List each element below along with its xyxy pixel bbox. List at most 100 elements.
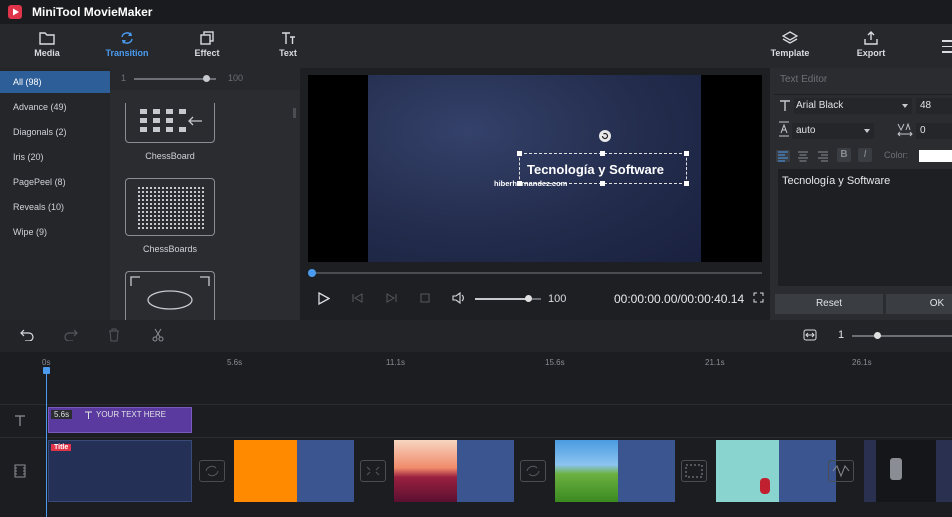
transition-slot[interactable] bbox=[681, 460, 707, 482]
reset-button[interactable]: Reset bbox=[775, 294, 883, 314]
previous-frame-icon[interactable] bbox=[352, 293, 363, 303]
category-count: (49) bbox=[50, 102, 67, 112]
category-wipe[interactable]: Wipe (9) bbox=[0, 221, 110, 243]
volume-slider[interactable] bbox=[475, 295, 541, 302]
zoom-handle[interactable] bbox=[874, 332, 881, 339]
font-select-value: Arial Black bbox=[796, 100, 844, 111]
line-spacing-select[interactable]: auto bbox=[792, 123, 874, 139]
sunset-clip[interactable] bbox=[394, 440, 514, 502]
stop-icon[interactable] bbox=[420, 293, 430, 303]
field-clip[interactable] bbox=[555, 440, 675, 502]
italic-button[interactable]: I bbox=[858, 148, 872, 162]
menu-icon[interactable] bbox=[942, 38, 952, 54]
category-label: Advance bbox=[13, 102, 49, 112]
bold-button[interactable]: B bbox=[837, 148, 851, 162]
transition-tab[interactable]: Transition bbox=[92, 24, 162, 68]
text-clip[interactable]: 5.6s YOUR TEXT HERE bbox=[48, 407, 192, 433]
font-select[interactable]: Arial Black bbox=[794, 98, 912, 114]
chessboards-icon bbox=[136, 185, 204, 229]
next-frame-icon[interactable] bbox=[386, 293, 397, 303]
size-slider-handle[interactable] bbox=[203, 75, 211, 82]
video-preview[interactable]: Tecnología y Software hiberhernandez.com bbox=[308, 75, 762, 262]
media-tab[interactable]: Media bbox=[12, 24, 82, 68]
font-size-value: 48 bbox=[920, 100, 932, 111]
font-size-field[interactable]: 48 bbox=[916, 98, 952, 114]
align-center-icon[interactable] bbox=[796, 150, 810, 162]
volume-handle[interactable] bbox=[524, 295, 532, 302]
category-label: All bbox=[13, 77, 24, 87]
ok-button[interactable]: OK bbox=[886, 294, 952, 314]
chessboard-thumbnail[interactable] bbox=[125, 103, 215, 143]
category-iris[interactable]: Iris (20) bbox=[0, 146, 110, 168]
template-label: Template bbox=[770, 48, 810, 58]
align-left-icon bbox=[778, 151, 788, 162]
rotate-icon[interactable] bbox=[598, 129, 612, 143]
export-button[interactable]: Export bbox=[836, 24, 906, 68]
text-content-value: Tecnología y Software bbox=[782, 175, 891, 187]
text-content-area[interactable]: Tecnología y Software bbox=[778, 169, 952, 286]
transition-icon bbox=[121, 32, 133, 44]
transition-icon bbox=[205, 465, 219, 477]
scissors-icon[interactable] bbox=[152, 328, 164, 342]
category-label: PagePeel bbox=[13, 177, 53, 187]
size-slider[interactable] bbox=[134, 75, 216, 82]
category-label: Diagonals bbox=[13, 127, 54, 137]
color-label: Color: bbox=[884, 150, 909, 160]
volume-value: 100 bbox=[548, 293, 567, 305]
aqua-clip[interactable] bbox=[716, 440, 836, 502]
effect-label: Effect bbox=[194, 48, 220, 58]
text-tab[interactable]: Text bbox=[253, 24, 323, 68]
seek-handle[interactable] bbox=[308, 269, 316, 277]
category-count: (10) bbox=[48, 202, 65, 212]
preview-panel: Tecnología y Software hiberhernandez.com… bbox=[300, 68, 770, 320]
undo-icon[interactable] bbox=[20, 329, 34, 341]
zoom-slider[interactable] bbox=[852, 332, 952, 339]
title-clip[interactable]: Title bbox=[48, 440, 192, 502]
color-swatch[interactable] bbox=[919, 150, 952, 162]
category-advance[interactable]: Advance (49) bbox=[0, 96, 110, 118]
delete-icon[interactable] bbox=[108, 328, 120, 342]
chevron-down-icon bbox=[864, 129, 870, 133]
seek-bar[interactable] bbox=[308, 269, 762, 277]
zoom-value: 1 bbox=[838, 329, 845, 341]
category-count: (20) bbox=[27, 152, 44, 162]
export-icon bbox=[864, 31, 878, 45]
gallery-scrollbar[interactable] bbox=[293, 108, 296, 118]
text-clip-icon bbox=[85, 411, 92, 419]
text-clip-label: YOUR TEXT HERE bbox=[96, 410, 166, 419]
char-spacing-field[interactable]: 0 bbox=[916, 123, 952, 139]
ruler-tick-label: 21.1s bbox=[705, 358, 725, 367]
chessboards-thumbnail[interactable] bbox=[125, 178, 215, 236]
dark-clip[interactable] bbox=[864, 440, 952, 502]
slider-max-label: 100 bbox=[228, 73, 244, 83]
category-all[interactable]: All (98) bbox=[0, 71, 110, 93]
main-toolbar: Media Transition Effect Text Template Ex… bbox=[0, 24, 952, 68]
video-track-icon bbox=[14, 464, 26, 478]
category-label: Iris bbox=[13, 152, 25, 162]
template-button[interactable]: Template bbox=[755, 24, 825, 68]
category-reveals[interactable]: Reveals (10) bbox=[0, 196, 110, 218]
gallery-slider-bar: 1 100 bbox=[110, 68, 300, 90]
align-left-button[interactable] bbox=[776, 150, 790, 162]
transition-slot[interactable] bbox=[520, 460, 546, 482]
redo-icon[interactable] bbox=[64, 329, 78, 341]
volume-icon[interactable] bbox=[452, 292, 466, 304]
transition-slot[interactable] bbox=[828, 460, 854, 482]
fullscreen-icon[interactable] bbox=[753, 292, 764, 303]
playhead[interactable] bbox=[43, 367, 50, 517]
text-label: Text bbox=[279, 48, 297, 58]
fit-timeline-icon[interactable] bbox=[803, 329, 817, 341]
align-right-icon[interactable] bbox=[816, 150, 830, 162]
category-diagonals[interactable]: Diagonals (2) bbox=[0, 121, 110, 143]
effect-tab[interactable]: Effect bbox=[172, 24, 242, 68]
chevron-down-icon bbox=[902, 104, 908, 108]
wave-transition-icon bbox=[832, 465, 850, 478]
chessboard-icon bbox=[140, 109, 202, 132]
transition-slot[interactable] bbox=[199, 460, 225, 482]
orange-clip[interactable] bbox=[234, 440, 354, 502]
category-pagepeel[interactable]: PagePeel (8) bbox=[0, 171, 110, 193]
transition-slot[interactable] bbox=[360, 460, 386, 482]
slider-min-label: 1 bbox=[121, 73, 127, 83]
play-icon[interactable] bbox=[318, 292, 330, 305]
iris-thumbnail[interactable] bbox=[125, 271, 215, 320]
